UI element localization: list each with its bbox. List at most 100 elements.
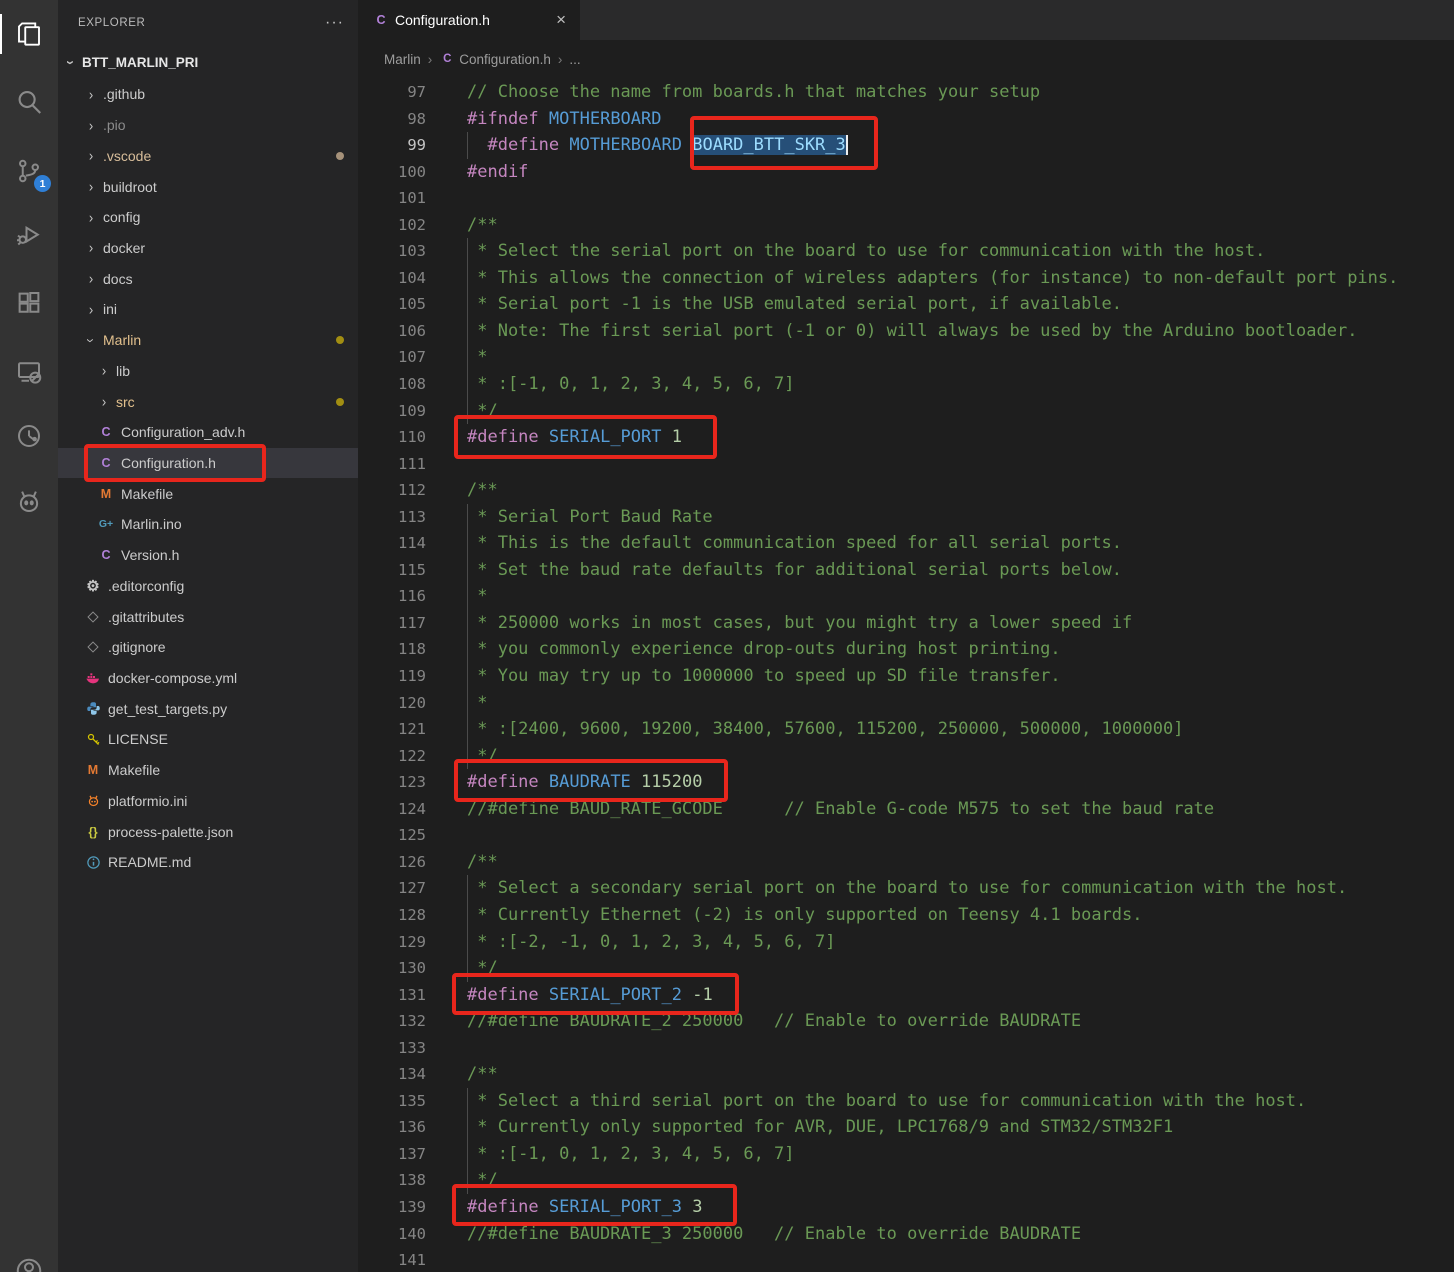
platformio-icon[interactable] — [0, 475, 58, 527]
breadcrumb-symbol[interactable]: ... — [569, 52, 580, 67]
code-line-116[interactable]: * — [467, 583, 1454, 610]
code-line-105[interactable]: * Serial port -1 is the USB emulated ser… — [467, 291, 1454, 318]
tree-item-buildroot[interactable]: ›buildroot — [58, 171, 358, 202]
tree-item-configuration-adv-h[interactable]: CConfiguration_adv.h — [58, 417, 358, 448]
tree-item-label: Makefile — [108, 762, 160, 778]
code-line-120[interactable]: * — [467, 690, 1454, 717]
code-line-103[interactable]: * Select the serial port on the board to… — [467, 238, 1454, 265]
code-line-128[interactable]: * Currently Ethernet (-2) is only suppor… — [467, 902, 1454, 929]
workspace-root[interactable]: › BTT_MARLIN_PRI — [58, 46, 358, 78]
tree-item-ini[interactable]: ›ini — [58, 294, 358, 325]
line-number: 104 — [358, 265, 450, 292]
tab-label: Configuration.h — [395, 12, 490, 28]
line-number: 135 — [358, 1088, 450, 1115]
tree-item--github[interactable]: ›.github — [58, 79, 358, 110]
code-line-101[interactable] — [467, 185, 1454, 212]
code-line-138[interactable]: */ — [467, 1167, 1454, 1194]
code-line-111[interactable] — [467, 451, 1454, 478]
source-control-icon[interactable]: 1 — [0, 145, 58, 197]
tree-item--gitignore[interactable]: .gitignore — [58, 632, 358, 663]
code-line-140[interactable]: //#define BAUDRATE_3 250000 // Enable to… — [467, 1221, 1454, 1248]
tree-item-config[interactable]: ›config — [58, 202, 358, 233]
code-line-117[interactable]: * 250000 works in most cases, but you mi… — [467, 610, 1454, 637]
code-line-104[interactable]: * This allows the connection of wireless… — [467, 265, 1454, 292]
code-line-130[interactable]: */ — [467, 955, 1454, 982]
close-icon[interactable]: × — [552, 10, 570, 30]
run-debug-icon[interactable] — [0, 208, 58, 260]
code-line-113[interactable]: * Serial Port Baud Rate — [467, 504, 1454, 531]
code-line-124[interactable]: //#define BAUD_RATE_GCODE // Enable G-co… — [467, 796, 1454, 823]
code-line-98[interactable]: #ifndef MOTHERBOARD — [467, 106, 1454, 133]
tree-item-docker[interactable]: ›docker — [58, 233, 358, 264]
tree-item-license[interactable]: LICENSE — [58, 724, 358, 755]
explorer-sidebar: EXPLORER ··· › BTT_MARLIN_PRI ›.github›.… — [58, 0, 358, 1272]
explorer-icon[interactable] — [0, 8, 58, 60]
code-line-107[interactable]: * — [467, 344, 1454, 371]
code-line-127[interactable]: * Select a secondary serial port on the … — [467, 875, 1454, 902]
code-line-121[interactable]: * :[2400, 9600, 19200, 38400, 57600, 115… — [467, 716, 1454, 743]
code-line-125[interactable] — [467, 822, 1454, 849]
code-line-114[interactable]: * This is the default communication spee… — [467, 530, 1454, 557]
code-line-131[interactable]: #define SERIAL_PORT_2 -1 — [467, 982, 1454, 1009]
tree-item-readme-md[interactable]: README.md — [58, 847, 358, 878]
code-line-119[interactable]: * You may try up to 1000000 to speed up … — [467, 663, 1454, 690]
code-line-97[interactable]: // Choose the name from boards.h that ma… — [467, 79, 1454, 106]
tree-item-label: process-palette.json — [108, 824, 233, 840]
extensions-icon[interactable] — [0, 277, 58, 329]
clock-icon[interactable] — [0, 410, 58, 462]
tree-item-label: Configuration_adv.h — [121, 424, 245, 440]
tree-item--gitattributes[interactable]: .gitattributes — [58, 601, 358, 632]
remote-explorer-icon[interactable] — [0, 346, 58, 398]
tree-item-makefile[interactable]: MMakefile — [58, 478, 358, 509]
sidebar-more-icon[interactable]: ··· — [325, 18, 344, 28]
code-line-137[interactable]: * :[-1, 0, 1, 2, 3, 4, 5, 6, 7] — [467, 1141, 1454, 1168]
code-line-108[interactable]: * :[-1, 0, 1, 2, 3, 4, 5, 6, 7] — [467, 371, 1454, 398]
tree-item--vscode[interactable]: ›.vscode — [58, 140, 358, 171]
breadcrumb-file[interactable]: Configuration.h — [459, 52, 551, 67]
code-line-106[interactable]: * Note: The first serial port (-1 or 0) … — [467, 318, 1454, 345]
code-line-123[interactable]: #define BAUDRATE 115200 — [467, 769, 1454, 796]
code-line-135[interactable]: * Select a third serial port on the boar… — [467, 1088, 1454, 1115]
code-line-118[interactable]: * you commonly experience drop-outs duri… — [467, 636, 1454, 663]
tree-item-label: Makefile — [121, 486, 173, 502]
tree-item-lib[interactable]: ›lib — [58, 355, 358, 386]
code-line-102[interactable]: /** — [467, 212, 1454, 239]
code-line-133[interactable] — [467, 1035, 1454, 1062]
tree-item-get-test-targets-py[interactable]: get_test_targets.py — [58, 693, 358, 724]
tree-item-marlin-ino[interactable]: G+Marlin.ino — [58, 509, 358, 540]
tree-item-platformio-ini[interactable]: platformio.ini — [58, 786, 358, 817]
code-line-112[interactable]: /** — [467, 477, 1454, 504]
tree-item--pio[interactable]: ›.pio — [58, 110, 358, 141]
chevron-right-icon: › — [84, 270, 98, 287]
code-line-126[interactable]: /** — [467, 849, 1454, 876]
code-line-132[interactable]: //#define BAUDRATE_2 250000 // Enable to… — [467, 1008, 1454, 1035]
code-line-110[interactable]: #define SERIAL_PORT 1 — [467, 424, 1454, 451]
search-icon[interactable] — [0, 76, 58, 128]
tree-item-process-palette-json[interactable]: {}process-palette.json — [58, 816, 358, 847]
tree-item-configuration-h[interactable]: CConfiguration.h — [58, 448, 358, 479]
tree-item-version-h[interactable]: CVersion.h — [58, 540, 358, 571]
tree-item-marlin[interactable]: ›Marlin — [58, 325, 358, 356]
code-line-99[interactable]: #define MOTHERBOARD BOARD_BTT_SKR_3 — [467, 132, 1454, 159]
breadcrumb-folder[interactable]: Marlin — [384, 52, 421, 67]
chevron-down-icon: › — [63, 55, 80, 69]
tree-item-makefile[interactable]: MMakefile — [58, 755, 358, 786]
code-line-109[interactable]: */ — [467, 398, 1454, 425]
code-line-100[interactable]: #endif — [467, 159, 1454, 186]
tab-configuration-h[interactable]: C Configuration.h × — [358, 0, 580, 40]
tree-item-label: ini — [103, 301, 117, 317]
code-line-136[interactable]: * Currently only supported for AVR, DUE,… — [467, 1114, 1454, 1141]
tree-item-docs[interactable]: ›docs — [58, 263, 358, 294]
line-number: 119 — [358, 663, 450, 690]
code-line-129[interactable]: * :[-2, -1, 0, 1, 2, 3, 4, 5, 6, 7] — [467, 929, 1454, 956]
account-icon[interactable] — [0, 1240, 58, 1272]
code-line-134[interactable]: /** — [467, 1061, 1454, 1088]
code-line-139[interactable]: #define SERIAL_PORT_3 3 — [467, 1194, 1454, 1221]
tree-item--editorconfig[interactable]: ⚙.editorconfig — [58, 571, 358, 602]
tree-item-src[interactable]: ›src — [58, 386, 358, 417]
code-line-141[interactable] — [467, 1247, 1454, 1272]
code-line-122[interactable]: */ — [467, 743, 1454, 770]
line-number: 114 — [358, 530, 450, 557]
tree-item-docker-compose-yml[interactable]: docker-compose.yml — [58, 663, 358, 694]
code-line-115[interactable]: * Set the baud rate defaults for additio… — [467, 557, 1454, 584]
